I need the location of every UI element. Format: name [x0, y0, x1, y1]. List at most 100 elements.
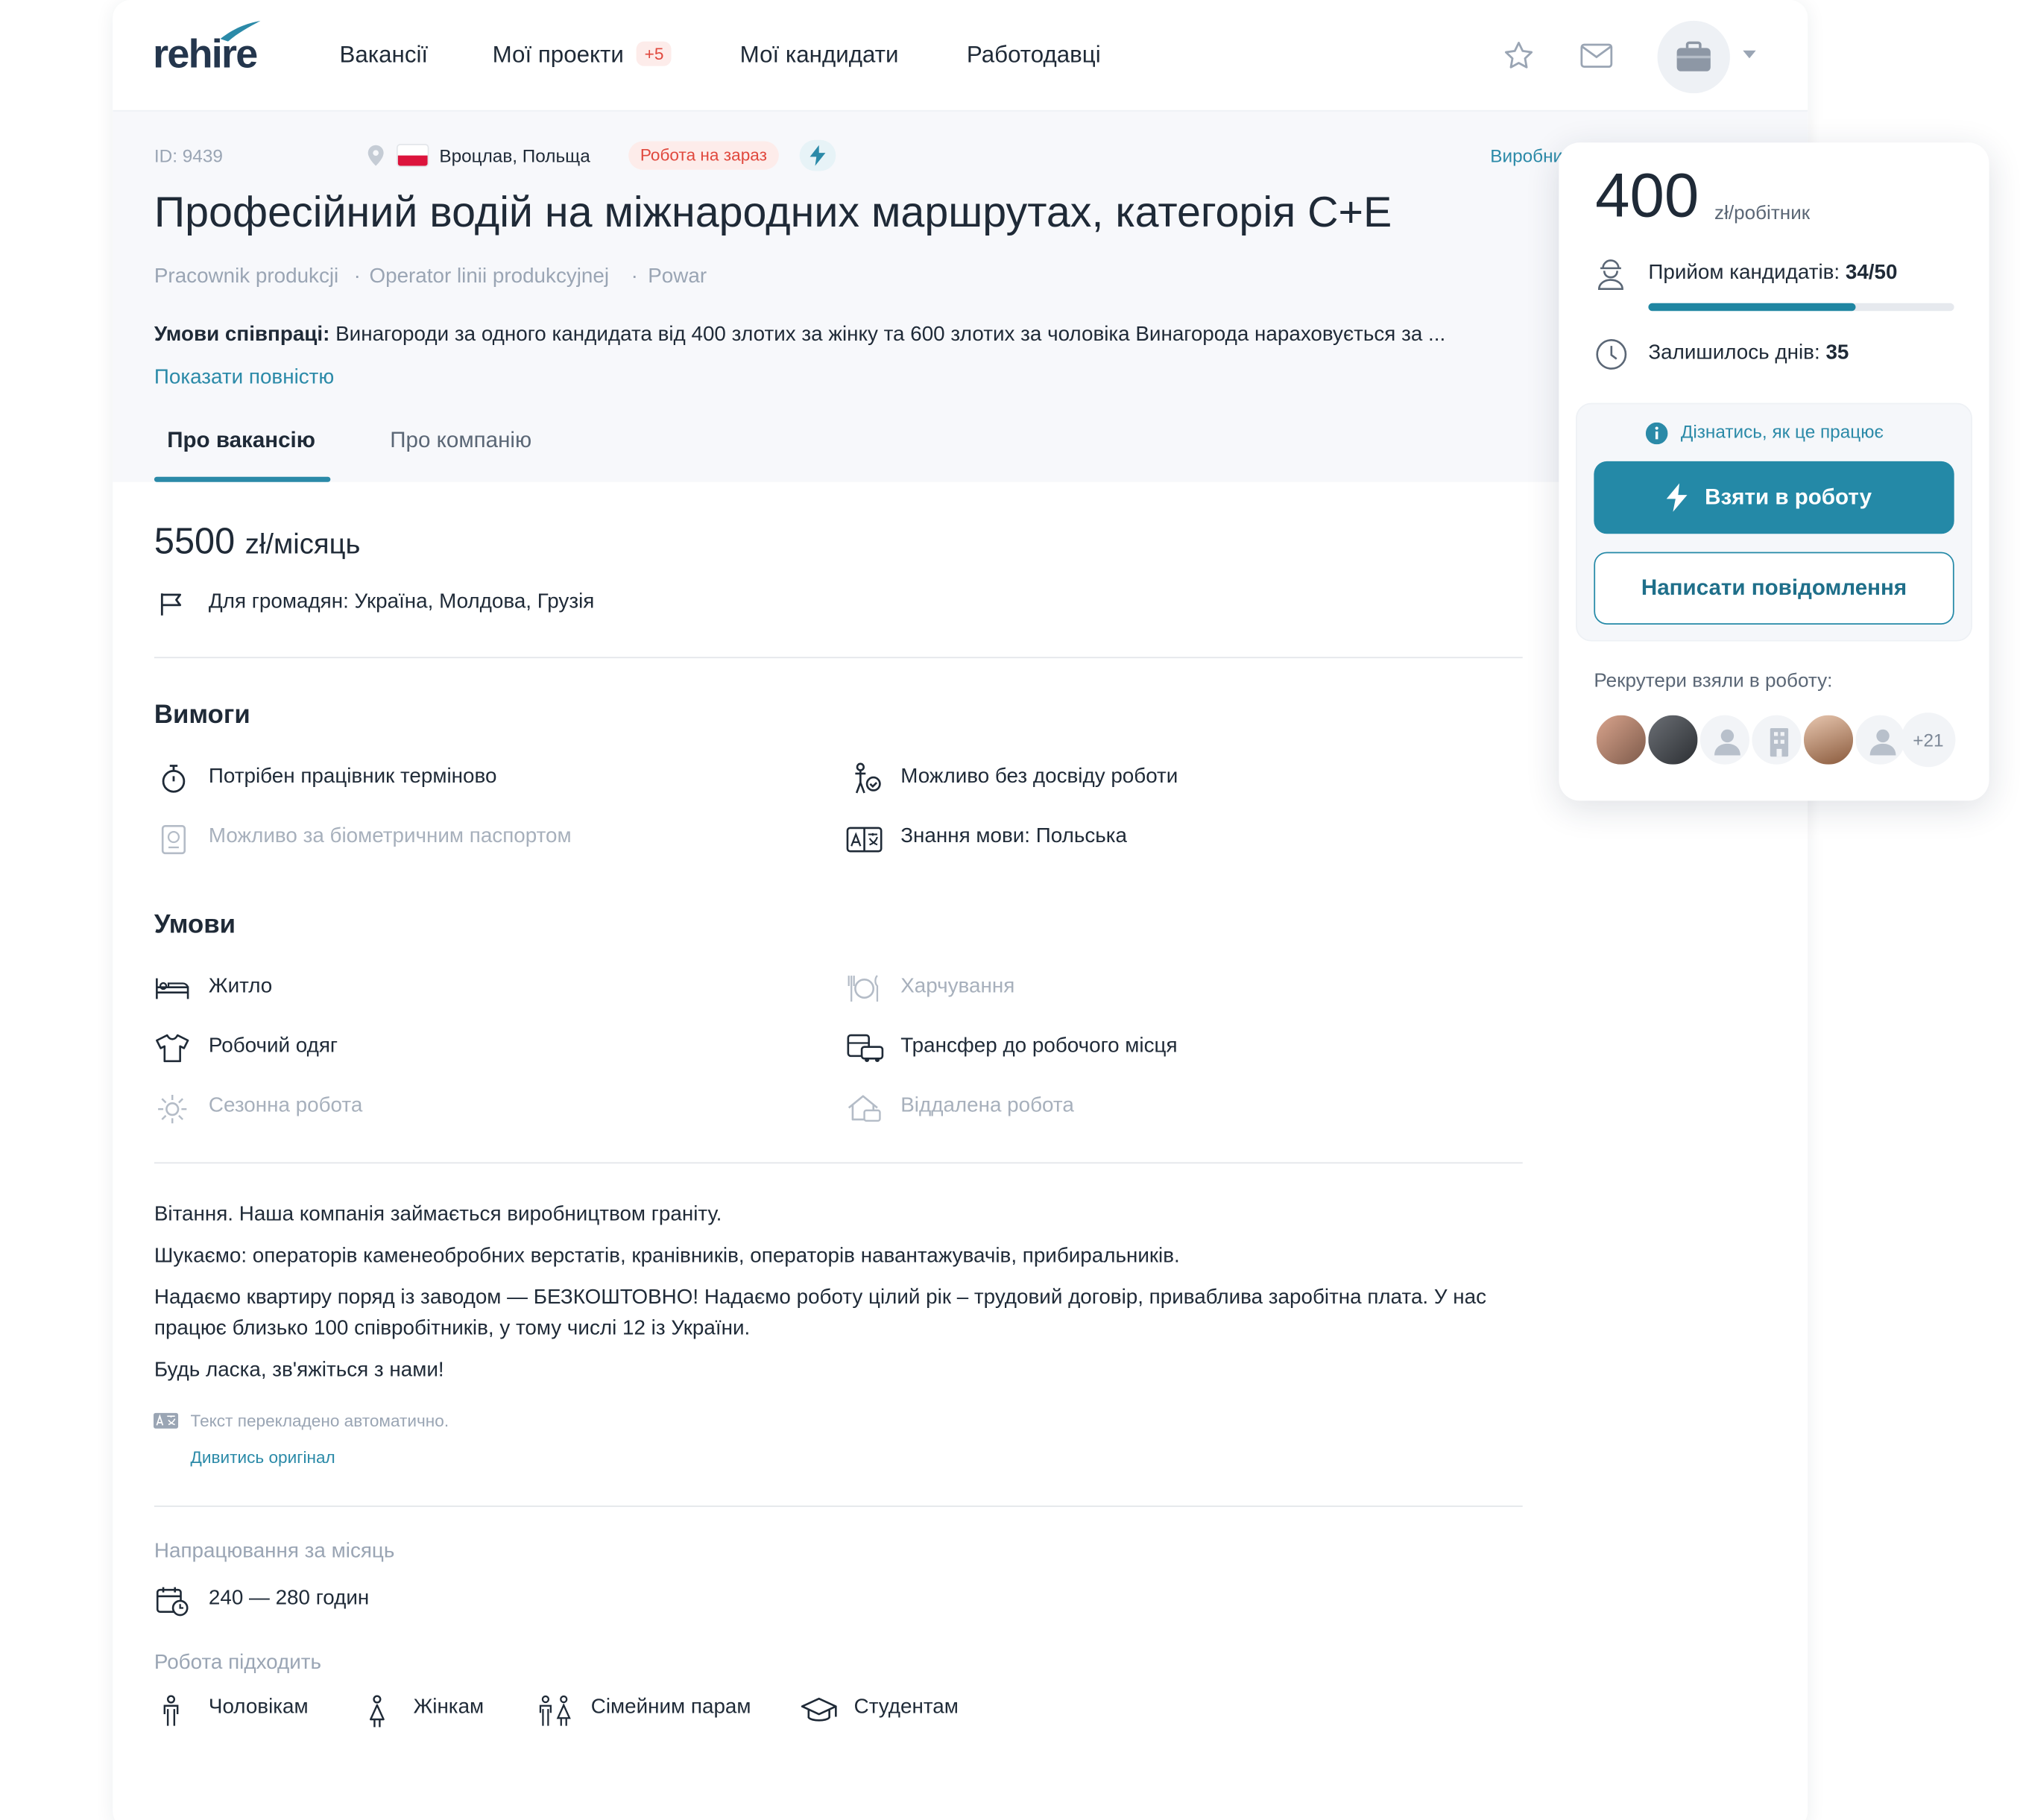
tag-separator: · — [353, 265, 361, 288]
tab-about-vacancy[interactable]: Про вакансію — [167, 428, 315, 454]
intake-progress-bar — [1648, 303, 1954, 312]
condition-item: Сезонна робота — [208, 1095, 363, 1117]
requirement-item: Знання мови: Польська — [900, 825, 1128, 847]
nav-vacancies[interactable]: Вакансії — [339, 42, 428, 69]
description-paragraph: Будь ласка, зв'яжіться з нами! — [154, 1359, 444, 1382]
woman-icon — [369, 1695, 385, 1728]
graduation-cap-icon — [801, 1697, 837, 1722]
description-paragraph: Надаємо квартиру поряд із заводом — БЕЗК… — [154, 1286, 1487, 1340]
requirement-item: Можливо без досвіду роботи — [900, 765, 1178, 789]
projects-badge: +5 — [637, 41, 672, 66]
recruiter-avatar[interactable] — [1697, 712, 1752, 768]
intake-status: Прийом кандидатів: 34/50 — [1648, 262, 1898, 284]
briefcase-icon — [1676, 41, 1711, 72]
citizenship: Для громадян: Україна, Молдова, Грузія — [208, 590, 595, 613]
description-paragraph: Шукаємо: операторів каменеобробних верст… — [154, 1245, 1180, 1268]
requirements-heading: Вимоги — [154, 701, 250, 730]
logo[interactable]: rehire — [153, 20, 261, 78]
nav-my-projects[interactable]: Мої проекти +5 — [493, 41, 672, 69]
bed-icon — [156, 978, 189, 999]
intake-progress-fill — [1648, 303, 1857, 312]
top-navigation: rehire Вакансії Мої проекти +5 Мої кандид… — [113, 0, 1808, 112]
conditions-heading: Умови — [154, 911, 236, 940]
reward-unit: zł/робітник — [1714, 202, 1811, 224]
recruiter-avatar[interactable] — [1749, 712, 1804, 768]
bus-icon — [847, 1034, 884, 1063]
worker-icon — [1598, 259, 1623, 290]
condition-item: Трансфер до робочого місця — [900, 1035, 1178, 1058]
location-pin-icon — [367, 145, 384, 166]
lightning-icon — [1666, 483, 1688, 512]
clock-icon — [1596, 339, 1627, 370]
passport-icon — [161, 824, 186, 855]
tshirt-icon — [156, 1034, 189, 1063]
flag-icon — [160, 593, 182, 616]
info-icon — [1645, 422, 1668, 445]
recruiter-avatar[interactable] — [1594, 712, 1649, 768]
reward-amount: 400 — [1595, 162, 1699, 231]
translate-icon — [154, 1412, 179, 1429]
how-it-works-link[interactable]: Дізнатись, як це працює — [1681, 421, 1884, 442]
show-more-link[interactable]: Показати повністю — [154, 367, 334, 390]
vacancy-title: Професійний водій на міжнародних маршрут… — [154, 188, 1392, 236]
suitable-item: Студентам — [853, 1696, 959, 1719]
lightning-icon — [809, 145, 826, 166]
tag-item: Pracownik produkcji — [154, 265, 339, 288]
logo-swoosh-icon — [220, 20, 261, 42]
suitable-item: Чоловікам — [208, 1696, 309, 1719]
requirement-item: Можливо за біометричним паспортом — [208, 825, 572, 847]
condition-item: Харчування — [900, 976, 1015, 998]
vacancy-card: rehire Вакансії Мої проекти +5 Мої кандид… — [113, 0, 1808, 1820]
recruiter-avatar[interactable] — [1645, 712, 1700, 768]
take-to-work-button[interactable]: Взяти в роботу — [1594, 461, 1954, 534]
suitable-label: Робота підходить — [154, 1652, 322, 1675]
account-button[interactable] — [1657, 20, 1730, 94]
view-original-link[interactable]: Дивитись оригінал — [191, 1447, 335, 1467]
nav-employers[interactable]: Работодавці — [967, 42, 1101, 69]
meal-icon — [848, 975, 879, 1002]
tab-about-company[interactable]: Про компанію — [390, 428, 531, 454]
cooperation-terms: Умови співпраці: Винагороди за одного ка… — [154, 323, 1446, 347]
star-icon[interactable] — [1502, 39, 1535, 72]
write-message-button[interactable]: Написати повідомлення — [1594, 552, 1954, 625]
days-left: Залишилось днів: 35 — [1648, 341, 1849, 364]
calendar-clock-icon — [156, 1587, 189, 1617]
active-tab-indicator — [154, 476, 331, 482]
requirement-item: Потрібен працівник терміново — [208, 765, 497, 789]
home-icon — [848, 1095, 881, 1122]
recruiter-avatar[interactable] — [1853, 712, 1908, 768]
tag-item: Operator linii produkcyjnej — [369, 265, 610, 288]
recruiter-avatar[interactable] — [1801, 712, 1856, 768]
vacancy-id: ID: 9439 — [154, 145, 223, 166]
sun-icon — [158, 1095, 187, 1124]
couple-icon — [539, 1695, 571, 1726]
poland-flag-icon — [396, 143, 429, 168]
mail-icon[interactable] — [1579, 42, 1613, 70]
recruiter-panel: 400 zł/робітник Прийом кандидатів: 34/50… — [1559, 142, 1989, 801]
tag-item: Powar — [648, 265, 707, 288]
auto-translate-note: Текст перекладено автоматично. — [190, 1411, 449, 1431]
vacancy-location: Вроцлав, Польща — [439, 145, 590, 166]
divider — [154, 1162, 1523, 1164]
description-paragraph: Вітання. Наша компанія займається виробн… — [154, 1204, 722, 1226]
more-recruiters-badge[interactable]: +21 — [1901, 712, 1956, 768]
hours-value: 240 — 280 годин — [208, 1587, 370, 1610]
stopwatch-icon — [162, 765, 186, 793]
condition-item: Житло — [208, 976, 273, 998]
user-placeholder-icon — [1869, 729, 1896, 756]
suitable-item: Жінкам — [413, 1696, 485, 1719]
salary: 5500 zł/місяць — [154, 520, 361, 561]
divider — [154, 1505, 1523, 1507]
nav-my-candidates[interactable]: Мої кандидати — [740, 42, 899, 69]
condition-item: Віддалена робота — [900, 1095, 1074, 1117]
condition-item: Робочий одяг — [208, 1035, 338, 1058]
recruiters-label: Рекрутери взяли в роботу: — [1594, 669, 1833, 692]
suitable-item: Сімейним парам — [590, 1696, 751, 1719]
translate-icon — [846, 827, 883, 853]
quick-badge — [799, 139, 836, 171]
person-check-icon — [855, 762, 881, 794]
user-placeholder-icon — [1714, 729, 1740, 756]
tag-separator: · — [631, 265, 638, 288]
chevron-down-icon[interactable] — [1743, 50, 1756, 59]
divider — [154, 657, 1523, 659]
